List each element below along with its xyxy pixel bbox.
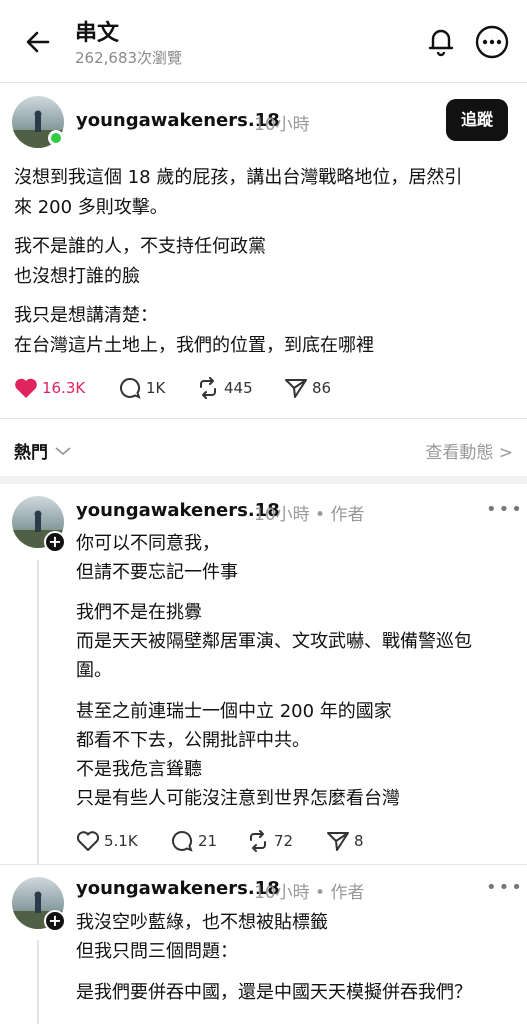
repost-icon [250, 830, 266, 852]
like-count: 5.1K [104, 832, 138, 850]
share-button[interactable]: 8 [326, 827, 364, 855]
comment-divider [0, 864, 527, 865]
more-options-icon[interactable] [474, 24, 510, 60]
comment-username[interactable]: youngawakeners.18 [76, 500, 280, 521]
back-arrow-icon[interactable] [22, 26, 54, 58]
repost-icon [200, 377, 216, 399]
thread-connector [37, 940, 39, 1024]
heart-filled-icon [15, 378, 37, 398]
chevron-down-icon [55, 446, 71, 455]
online-status-badge [48, 130, 64, 146]
comment-icon [120, 377, 141, 399]
sort-dropdown[interactable]: 熱門 [14, 438, 72, 463]
comment-more-icon[interactable]: ••• [486, 877, 524, 898]
like-button[interactable]: 5.1K [76, 827, 138, 855]
follow-plus-badge[interactable]: + [44, 531, 66, 553]
follow-button[interactable]: 追蹤 [446, 99, 508, 141]
send-icon [285, 379, 307, 398]
comment-paragraph: 我們不是在挑釁 而是天天被隔壁鄰居軍演、文攻武嚇、戰備警巡包 圍。 [76, 602, 472, 681]
comment-icon [172, 830, 193, 852]
repost-count: 445 [224, 379, 253, 397]
post-paragraph: 沒想到我這個 18 歲的屁孩，講出台灣戰略地位，居然引 來 200 多則攻擊。 [14, 167, 463, 218]
share-count: 86 [312, 379, 332, 397]
post-username[interactable]: youngawakeners.18 [76, 110, 280, 131]
repost-button[interactable]: 72 [246, 827, 293, 855]
comment-paragraph: 我沒空吵藍綠，也不想被貼標籤 但我只問三個問題： [76, 912, 328, 962]
reply-button[interactable]: 1K [118, 374, 165, 402]
post-time: 10小時 [254, 115, 310, 135]
reply-count: 21 [198, 832, 218, 850]
comment-paragraph: 是我們要併吞中國，還是中國天天模擬併吞我們？ [76, 982, 472, 1003]
follow-plus-badge[interactable]: + [44, 910, 66, 932]
sort-label: 熱門 [14, 443, 48, 463]
reply-button[interactable]: 21 [170, 827, 217, 855]
comment-username[interactable]: youngawakeners.18 [76, 878, 280, 899]
repost-button[interactable]: 445 [196, 374, 253, 402]
header-divider [0, 82, 527, 83]
reply-count: 1K [146, 379, 166, 397]
view-activity-link[interactable]: 查看動態 > [425, 438, 513, 463]
view-count: 262,683次瀏覽 [75, 49, 183, 67]
comment-meta: 10小時 • 作者 [254, 883, 365, 903]
post-paragraph: 我只是想講清楚： 在台灣這片土地上，我們的位置，到底在哪裡 [14, 305, 374, 356]
bell-icon[interactable] [424, 24, 458, 58]
send-icon [327, 832, 349, 851]
post-paragraph: 我不是誰的人，不支持任何政黨 也沒想打誰的臉 [14, 236, 266, 287]
thread-connector [37, 560, 39, 864]
page-title: 串文 [75, 21, 120, 46]
top-bar: 串文 262,683次瀏覽 [0, 0, 527, 82]
like-count: 16.3K [42, 379, 86, 397]
share-button[interactable]: 86 [284, 374, 331, 402]
comment-meta: 10小時 • 作者 [254, 505, 365, 525]
repost-count: 72 [274, 832, 294, 850]
share-count: 8 [354, 832, 364, 850]
section-separator [0, 476, 527, 484]
post-actions: 16.3K 1K 445 86 [14, 374, 514, 402]
comment-paragraph: 你可以不同意我， 但請不要忘記一件事 [76, 533, 238, 583]
heart-icon [76, 831, 100, 851]
section-divider [0, 418, 527, 419]
comment-paragraph: 甚至之前連瑞士一個中立 200 年的國家 都看不下去，公開批評中共。 不是我危言… [76, 701, 400, 809]
like-button[interactable]: 16.3K [14, 374, 85, 402]
comment-actions: 5.1K 21 72 8 [76, 827, 496, 855]
comment-more-icon[interactable]: ••• [486, 499, 524, 520]
